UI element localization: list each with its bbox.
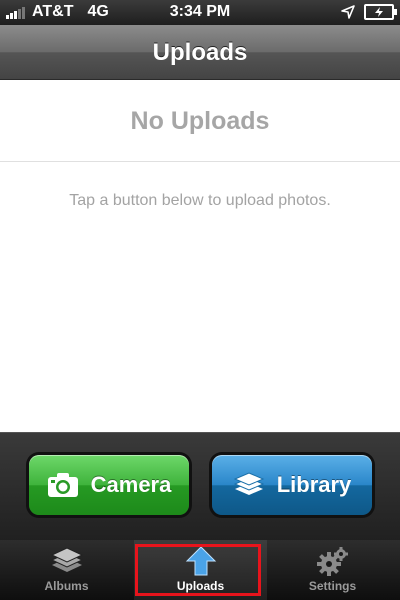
tab-albums[interactable]: Albums — [0, 540, 133, 600]
location-icon — [341, 5, 355, 19]
uploads-list: No Uploads Tap a button below to upload … — [0, 80, 400, 432]
divider — [0, 161, 400, 162]
upload-actions-panel: Camera Library — [0, 432, 400, 541]
library-button-label: Library — [276, 472, 352, 497]
library-button[interactable]: Library — [212, 455, 372, 515]
tab-albums-label: Albums — [44, 579, 89, 593]
albums-icon — [50, 547, 83, 572]
status-bar: AT&T 4G 3:34 PM — [0, 0, 400, 25]
tab-uploads-label: Uploads — [176, 579, 225, 593]
tab-settings-label: Settings — [308, 579, 357, 593]
navigation-bar: Uploads — [0, 25, 400, 80]
library-stack-icon — [233, 472, 264, 495]
tab-settings[interactable]: Settings — [266, 540, 399, 600]
battery-charging-icon — [364, 4, 397, 20]
gear-icon — [316, 547, 348, 576]
upload-arrow-icon — [185, 546, 216, 576]
camera-icon — [47, 473, 78, 497]
empty-state-hint: Tap a button below to upload photos. — [69, 192, 331, 209]
status-right — [340, 4, 397, 20]
camera-button[interactable]: Camera — [29, 455, 189, 515]
page-title: Uploads — [152, 39, 248, 66]
tab-uploads[interactable]: Uploads — [134, 540, 267, 600]
empty-state-title: No Uploads — [130, 107, 270, 135]
camera-button-label: Camera — [90, 472, 172, 497]
tab-bar: Albums Uploads Settings — [0, 540, 400, 600]
